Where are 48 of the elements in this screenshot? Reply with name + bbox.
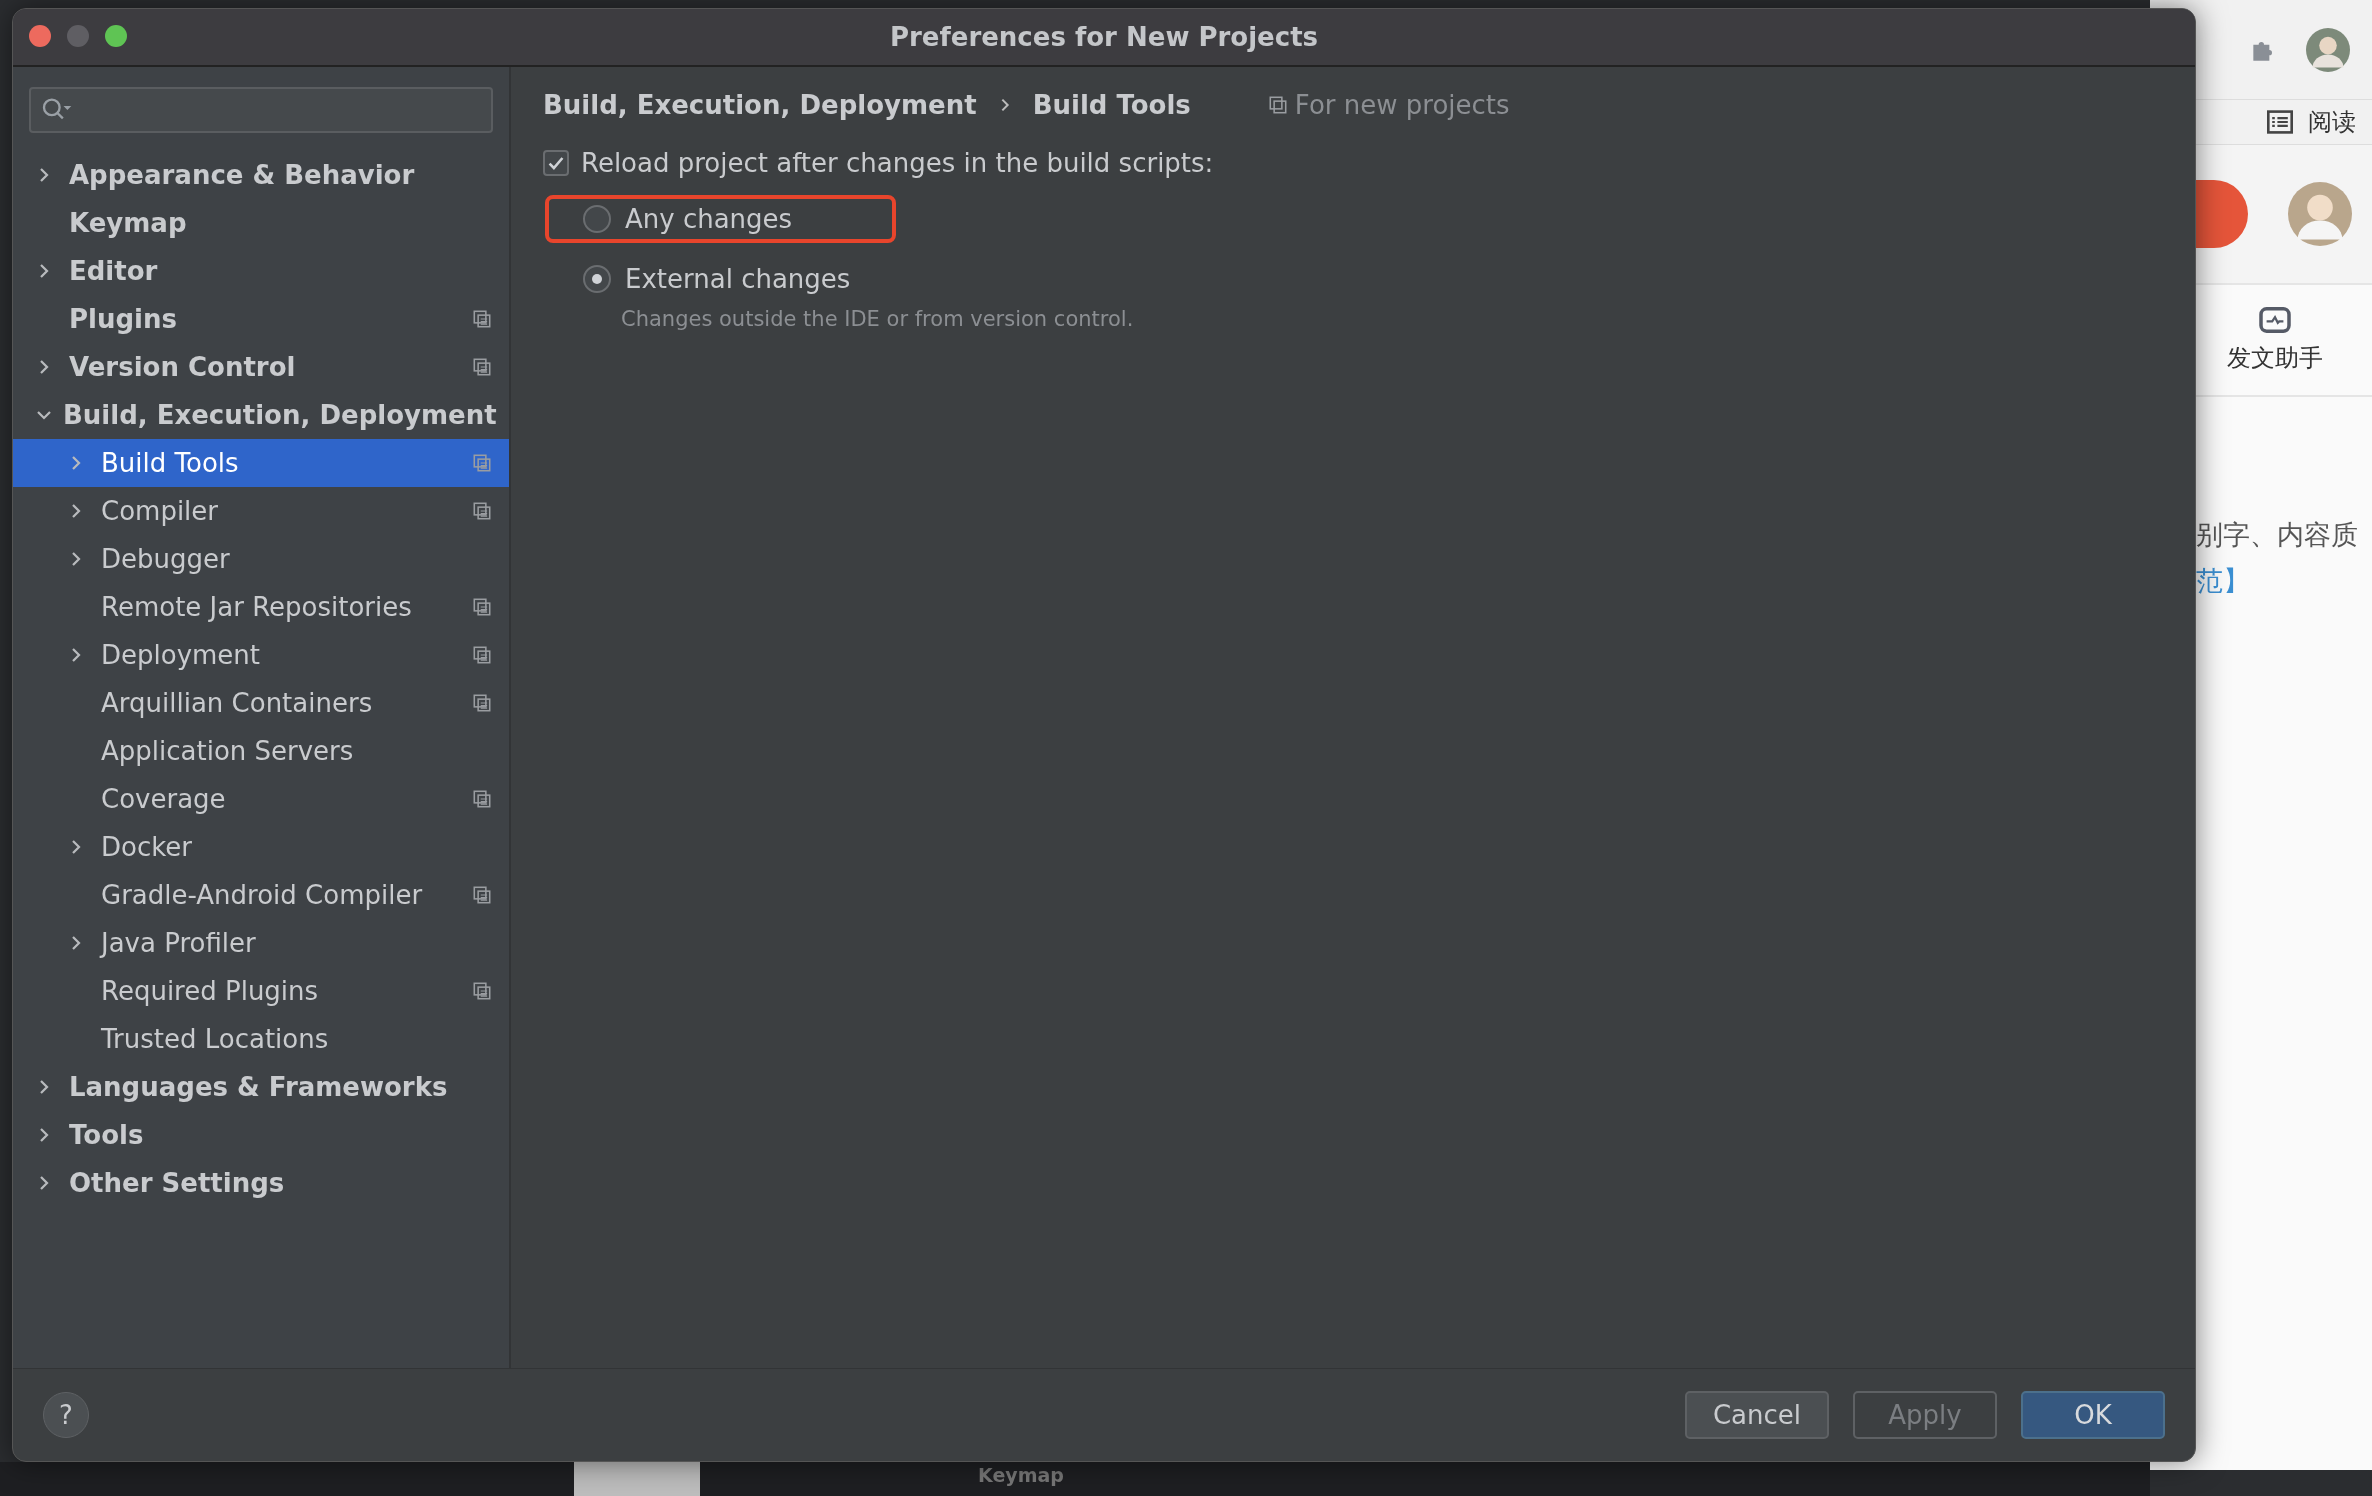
body-text: 别字、内容质 (2196, 518, 2359, 552)
project-icon (1268, 96, 1287, 114)
radio-button[interactable] (583, 265, 611, 293)
breadcrumb-item: Build, Execution, Deployment (543, 90, 977, 120)
tree-item[interactable]: Docker (13, 823, 509, 871)
help-button[interactable]: ? (43, 1392, 89, 1438)
tree-item[interactable]: Required Plugins (13, 967, 509, 1015)
tree-item[interactable]: Editor (13, 247, 509, 295)
reading-mode-label[interactable]: 阅读 (2308, 106, 2356, 138)
close-button[interactable] (29, 25, 51, 47)
window-title: Preferences for New Projects (889, 22, 1319, 52)
breadcrumb-item: Build Tools (1032, 90, 1191, 120)
search-field[interactable] (29, 87, 493, 133)
tree-item[interactable]: Trusted Locations (13, 1015, 509, 1063)
tree-item[interactable]: Plugins (13, 295, 509, 343)
tree-item[interactable]: Languages & Frameworks (13, 1063, 509, 1111)
tree-item[interactable]: Remote Jar Repositories (13, 583, 509, 631)
reload-checkbox[interactable]: Reload project after changes in the build scripts: (543, 143, 1214, 183)
tree-item[interactable]: Appearance & Behavior (13, 151, 509, 199)
zoom-button[interactable] (105, 25, 127, 47)
tree-item[interactable]: Tools (13, 1111, 509, 1159)
tree-item[interactable]: Java Profiler (13, 919, 509, 967)
radio-option[interactable]: External changes (545, 255, 955, 303)
tree-item[interactable]: Coverage (13, 775, 509, 823)
scope-note: For new projects (1294, 90, 1510, 120)
highlight-frame[interactable]: Any changes (545, 195, 897, 243)
dialog-button[interactable]: Cancel (1685, 1391, 1829, 1439)
tree-item[interactable]: Other Settings (13, 1159, 509, 1207)
tree-item[interactable]: Build Tools (13, 439, 509, 487)
ok-button[interactable]: OK (2021, 1391, 2165, 1439)
bottom-tab-label[interactable]: Keymap (978, 1464, 1064, 1486)
link[interactable]: 范】 (2196, 563, 2372, 599)
tree-item[interactable]: Arquillian Containers (13, 679, 509, 727)
toolbar-label[interactable]: 发文助手 (2227, 342, 2323, 374)
checkbox[interactable] (543, 150, 569, 176)
tree-item[interactable]: Keymap (13, 199, 509, 247)
avatar[interactable] (2306, 27, 2350, 72)
tree-item[interactable]: Deployment (13, 631, 509, 679)
tree-item[interactable]: Compiler (13, 487, 509, 535)
tree-item[interactable]: Application Servers (13, 727, 509, 775)
tree-item[interactable]: Gradle-Android Compiler (13, 871, 509, 919)
list-icon[interactable] (2266, 109, 2294, 135)
tree-item[interactable]: Version Control (13, 343, 509, 391)
tree-item[interactable]: Debugger (13, 535, 509, 583)
radio-button[interactable] (583, 205, 611, 233)
pulse-icon[interactable] (2258, 306, 2292, 334)
hint-text: Changes outside the IDE or from version control. (621, 307, 1135, 331)
tree-item[interactable]: Build, Execution, Deployment (13, 391, 509, 439)
